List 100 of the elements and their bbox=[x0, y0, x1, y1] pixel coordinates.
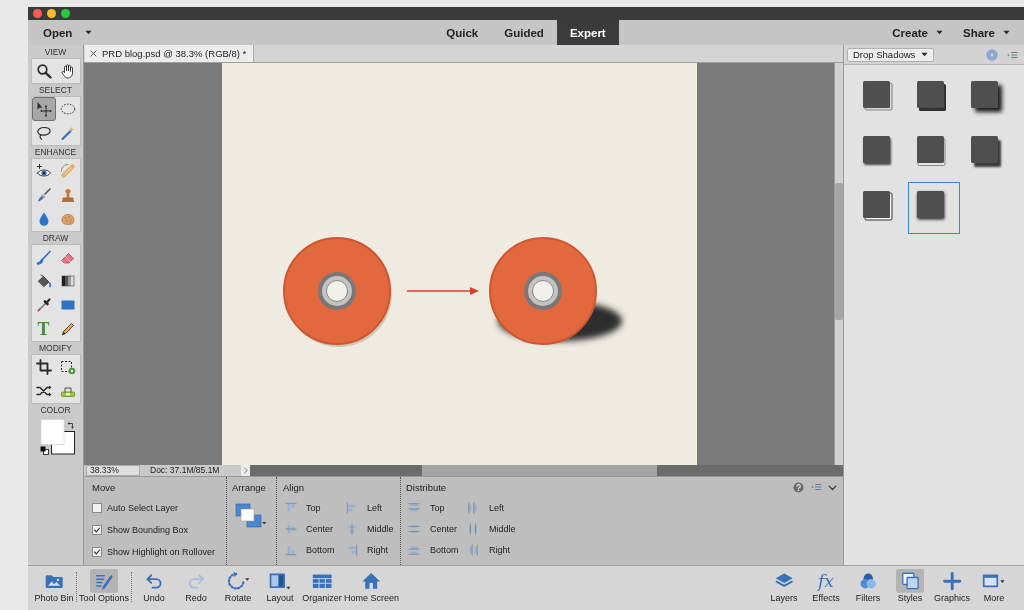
effects-icon: fx bbox=[816, 571, 836, 591]
align-right-icon bbox=[346, 543, 358, 556]
taskbar-button[interactable]: Layers bbox=[763, 566, 805, 610]
tool-group-label: SELECT bbox=[38, 84, 73, 96]
chevron-down-icon[interactable] bbox=[828, 485, 837, 491]
align-button[interactable]: Top bbox=[285, 497, 321, 518]
move-arrows-icon bbox=[35, 101, 52, 117]
distribute-button[interactable]: Center bbox=[408, 518, 457, 539]
taskbar-button[interactable]: Layout bbox=[259, 566, 302, 610]
mode-tab[interactable]: Guided bbox=[491, 20, 557, 45]
category-dropdown[interactable]: Drop Shadows bbox=[847, 47, 935, 62]
search-icon bbox=[35, 63, 52, 79]
distribute-right-icon bbox=[467, 543, 479, 556]
scrollbar-thumb[interactable] bbox=[835, 183, 843, 320]
taskbar-button[interactable]: Home Screen bbox=[343, 566, 401, 610]
checkbox[interactable] bbox=[92, 525, 102, 535]
align-button[interactable]: Left bbox=[346, 497, 382, 518]
align-button[interactable]: Right bbox=[346, 539, 388, 560]
checkbox-label[interactable]: Show Highlight on Rollover bbox=[107, 547, 216, 557]
distribute-vertical-center-icon bbox=[408, 522, 420, 535]
horizontal-scrollbar[interactable] bbox=[250, 465, 843, 476]
minimize-window-button[interactable] bbox=[47, 9, 56, 18]
mode-tab[interactable]: Quick bbox=[433, 20, 492, 45]
align-left-icon bbox=[346, 501, 358, 514]
lasso-icon bbox=[35, 125, 52, 141]
taskbar-button[interactable]: Filters bbox=[847, 566, 889, 610]
taskbar-button[interactable]: Organizer bbox=[301, 566, 344, 610]
distribute-top-icon bbox=[408, 501, 420, 514]
type-icon: T bbox=[37, 320, 50, 338]
hand-icon bbox=[59, 63, 76, 79]
dashed-ellipse-icon bbox=[59, 101, 76, 117]
tool-button[interactable] bbox=[31, 97, 56, 121]
status-menu-button[interactable] bbox=[241, 465, 251, 476]
stamp-icon bbox=[59, 187, 76, 203]
distribute-horizontal-center-icon bbox=[467, 522, 479, 535]
distribute-button[interactable]: Top bbox=[408, 497, 445, 518]
section-title: Arrange bbox=[232, 482, 267, 494]
eye-icon bbox=[35, 163, 52, 179]
vertical-scrollbar[interactable] bbox=[834, 63, 843, 465]
close-window-button[interactable] bbox=[33, 9, 42, 18]
caret-icon bbox=[936, 30, 944, 35]
distribute-button[interactable]: Right bbox=[467, 539, 510, 560]
taskbar-button[interactable]: fx Effects bbox=[805, 566, 847, 610]
caret-icon bbox=[1003, 30, 1010, 35]
taskbar-button[interactable]: More bbox=[973, 566, 1015, 610]
checkbox[interactable] bbox=[92, 547, 102, 557]
scrollbar-thumb[interactable] bbox=[422, 465, 658, 476]
taskbar-button[interactable]: Photo Bin bbox=[33, 566, 75, 610]
align-button[interactable]: Bottom bbox=[285, 539, 335, 560]
distribute-button[interactable]: Left bbox=[467, 497, 504, 518]
mode-tab[interactable]: Expert bbox=[556, 20, 619, 45]
magic-wand-icon bbox=[59, 125, 76, 141]
crossing-arrows-icon bbox=[35, 383, 52, 399]
dashed-frame-icon bbox=[59, 359, 76, 375]
tool-group-label: COLOR bbox=[40, 404, 71, 416]
align-horizontal-center-icon bbox=[346, 522, 358, 535]
checkmark-icon bbox=[93, 526, 101, 534]
gradient-icon bbox=[59, 273, 76, 289]
align-button[interactable]: Center bbox=[285, 518, 333, 539]
document-size-info: Doc: 37.1M/85.1M bbox=[150, 465, 220, 476]
taskbar-button[interactable]: Rotate bbox=[217, 566, 260, 610]
paint-bucket-icon bbox=[35, 273, 52, 289]
tool-group-label: DRAW bbox=[42, 232, 69, 244]
tool-group-label: VIEW bbox=[44, 46, 67, 58]
taskbar-button[interactable]: Styles bbox=[889, 566, 931, 610]
maximize-window-button[interactable] bbox=[61, 9, 70, 18]
checkbox-label[interactable]: Show Bounding Box bbox=[107, 525, 189, 535]
menu-button[interactable]: Create bbox=[892, 20, 944, 45]
open-menu-button[interactable]: Open bbox=[43, 20, 93, 45]
distribute-button[interactable]: Middle bbox=[467, 518, 516, 539]
chevron-right-icon bbox=[243, 467, 249, 474]
caret-icon bbox=[921, 52, 929, 57]
section-title: Align bbox=[283, 482, 306, 494]
checkbox[interactable] bbox=[92, 503, 102, 513]
arrange-button[interactable] bbox=[235, 503, 267, 529]
close-icon[interactable] bbox=[90, 50, 97, 57]
checkbox-label[interactable]: Auto Select Layer bbox=[107, 503, 179, 513]
sponge-icon bbox=[59, 211, 76, 227]
tool-group-label: ENHANCE bbox=[34, 146, 77, 158]
eyedropper-icon bbox=[35, 297, 52, 313]
shadow-style-thumbnail[interactable] bbox=[908, 182, 960, 234]
document-tab[interactable]: PRD blog.psd @ 38.3% (RGB/8) * bbox=[85, 45, 255, 62]
pencil-icon bbox=[59, 321, 76, 337]
bandage-icon bbox=[59, 163, 76, 179]
distribute-left-icon bbox=[467, 501, 479, 514]
section-title: Move bbox=[92, 482, 117, 494]
help-icon[interactable] bbox=[793, 482, 804, 493]
align-button[interactable]: Middle bbox=[346, 518, 394, 539]
menu-button[interactable]: Share bbox=[963, 20, 1010, 45]
stacked-squares-icon bbox=[235, 503, 267, 529]
align-top-icon bbox=[285, 501, 297, 514]
paintbrush-icon bbox=[35, 187, 52, 203]
distribute-button[interactable]: Bottom bbox=[408, 539, 459, 560]
caret-icon bbox=[85, 30, 93, 35]
taskbar-button[interactable]: Tool Options bbox=[78, 566, 131, 610]
taskbar-button[interactable]: Undo bbox=[133, 566, 176, 610]
section-title: Distribute bbox=[406, 482, 448, 494]
taskbar-button[interactable]: Graphics bbox=[931, 566, 973, 610]
align-vertical-center-icon bbox=[285, 522, 297, 535]
panel-menu-icon[interactable] bbox=[1006, 49, 1018, 60]
